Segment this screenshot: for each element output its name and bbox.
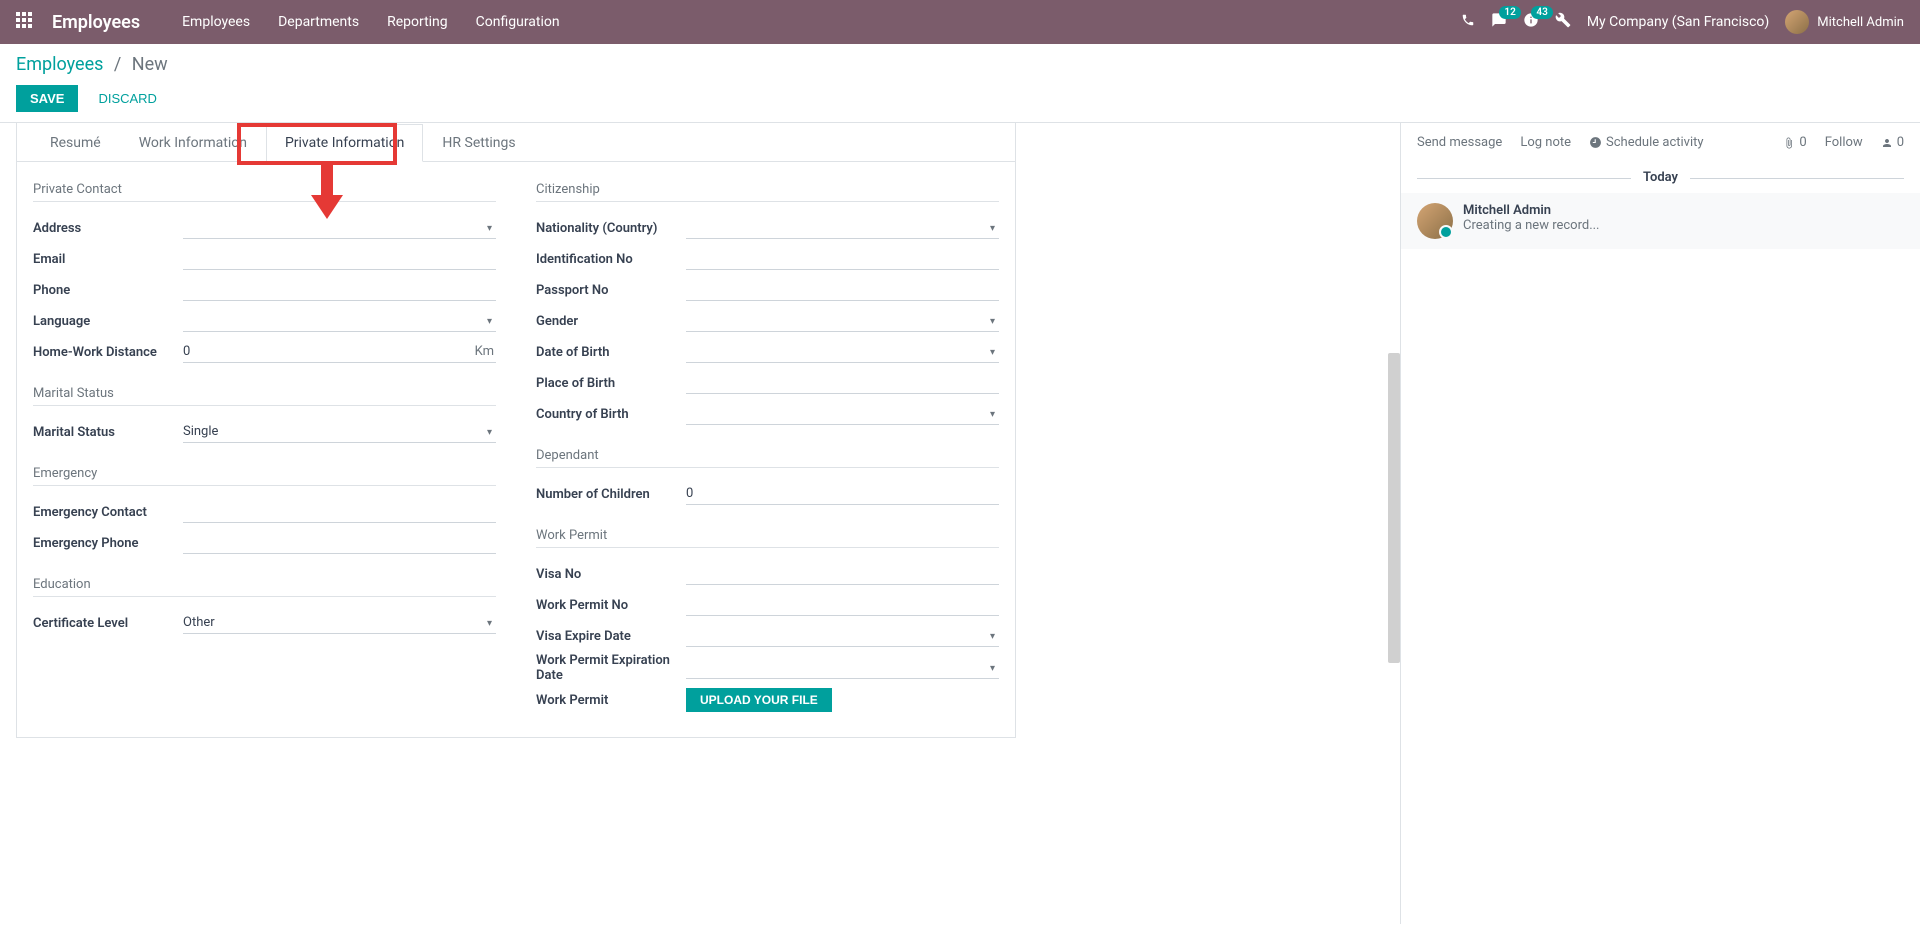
label-identification-no: Identification No [536,252,686,267]
input-work-permit-no[interactable] [686,594,999,616]
label-visa-expire-date: Visa Expire Date [536,629,686,644]
label-language: Language [33,314,183,329]
label-passport-no: Passport No [536,283,686,298]
label-home-work-distance: Home-Work Distance [33,345,183,360]
input-passport-no[interactable] [686,279,999,301]
section-education: Education [33,577,496,597]
activities-badge: 43 [1531,6,1552,19]
label-certificate-level: Certificate Level [33,616,183,631]
input-address[interactable]: ▾ [183,217,496,239]
tab-private-information[interactable]: Private Information [266,124,423,162]
save-button[interactable]: SAVE [16,85,78,112]
tools-icon[interactable] [1555,12,1571,32]
log-note-button[interactable]: Log note [1520,135,1571,150]
input-language[interactable]: ▾ [183,310,496,332]
input-visa-expire-date[interactable]: ▾ [686,625,999,647]
label-work-permit-expiration: Work Permit Expiration Date [536,653,686,683]
tab-hr-settings[interactable]: HR Settings [423,124,534,162]
attachments-button[interactable]: 0 [1783,135,1806,150]
today-divider: Today [1417,170,1904,185]
scrollbar[interactable] [1388,353,1400,663]
input-date-of-birth[interactable]: ▾ [686,341,999,363]
company-selector[interactable]: My Company (San Francisco) [1587,14,1769,30]
chatter: Send message Log note Schedule activity … [1400,123,1920,924]
label-work-permit-no: Work Permit No [536,598,686,613]
breadcrumb-link[interactable]: Employees [16,54,103,75]
input-marital-status[interactable]: Single▾ [183,421,496,443]
section-dependant: Dependant [536,448,999,468]
input-gender[interactable]: ▾ [686,310,999,332]
input-visa-no[interactable] [686,563,999,585]
breadcrumb: Employees / New [16,54,1904,75]
user-avatar-icon [1785,10,1809,34]
schedule-activity-button[interactable]: Schedule activity [1589,135,1704,150]
input-emergency-phone[interactable] [183,532,496,554]
section-marital-status: Marital Status [33,386,496,406]
tab-work-information[interactable]: Work Information [120,124,266,162]
tab-resume[interactable]: Resumé [31,124,120,162]
topbar: Employees Employees Departments Reportin… [0,0,1920,44]
input-certificate-level[interactable]: Other▾ [183,612,496,634]
label-visa-no: Visa No [536,567,686,582]
nav-employees[interactable]: Employees [182,14,250,30]
label-work-permit: Work Permit [536,693,686,708]
user-menu[interactable]: Mitchell Admin [1785,10,1904,34]
nav-reporting[interactable]: Reporting [387,14,448,30]
section-private-contact: Private Contact [33,182,496,202]
label-emergency-contact: Emergency Contact [33,505,183,520]
message-author: Mitchell Admin [1463,203,1904,218]
input-emergency-contact[interactable] [183,501,496,523]
header-area: Employees / New SAVE DISCARD [0,44,1920,123]
input-email[interactable] [183,248,496,270]
label-phone: Phone [33,283,183,298]
input-nationality[interactable]: ▾ [686,217,999,239]
user-name: Mitchell Admin [1817,15,1904,30]
input-phone[interactable] [183,279,496,301]
messages-icon[interactable]: 12 [1491,12,1507,32]
label-email: Email [33,252,183,267]
message-item: Mitchell Admin Creating a new record... [1401,193,1920,249]
form-area: Resumé Work Information Private Informat… [0,123,1400,924]
section-work-permit: Work Permit [536,528,999,548]
label-emergency-phone: Emergency Phone [33,536,183,551]
input-place-of-birth[interactable] [686,372,999,394]
input-identification-no[interactable] [686,248,999,270]
breadcrumb-current: New [132,54,168,75]
input-work-permit-expiration[interactable]: ▾ [686,657,999,679]
label-date-of-birth: Date of Birth [536,345,686,360]
label-gender: Gender [536,314,686,329]
followers-button[interactable]: 0 [1881,135,1904,150]
discard-button[interactable]: DISCARD [90,85,165,112]
section-citizenship: Citizenship [536,182,999,202]
app-brand[interactable]: Employees [52,12,140,33]
nav-departments[interactable]: Departments [278,14,359,30]
input-number-of-children[interactable]: 0 [686,483,999,505]
message-avatar-icon [1417,203,1453,239]
input-home-work-distance[interactable]: 0 Km [183,341,496,363]
label-place-of-birth: Place of Birth [536,376,686,391]
activities-icon[interactable]: 43 [1523,12,1539,32]
person-icon [1881,137,1893,149]
paperclip-icon [1783,137,1795,149]
phone-icon[interactable] [1461,13,1475,31]
messages-badge: 12 [1499,6,1520,19]
follow-button[interactable]: Follow [1825,135,1863,150]
label-marital-status: Marital Status [33,425,183,440]
label-nationality: Nationality (Country) [536,221,686,236]
input-country-of-birth[interactable]: ▾ [686,403,999,425]
km-unit: Km [475,344,494,359]
section-emergency: Emergency [33,466,496,486]
send-message-button[interactable]: Send message [1417,135,1502,150]
nav-configuration[interactable]: Configuration [476,14,560,30]
label-country-of-birth: Country of Birth [536,407,686,422]
message-text: Creating a new record... [1463,218,1904,233]
label-address: Address [33,221,183,236]
clock-icon [1589,136,1602,149]
apps-icon[interactable] [16,12,32,33]
upload-file-button[interactable]: UPLOAD YOUR FILE [686,688,832,712]
tabs: Resumé Work Information Private Informat… [17,123,1015,162]
label-number-of-children: Number of Children [536,487,686,502]
